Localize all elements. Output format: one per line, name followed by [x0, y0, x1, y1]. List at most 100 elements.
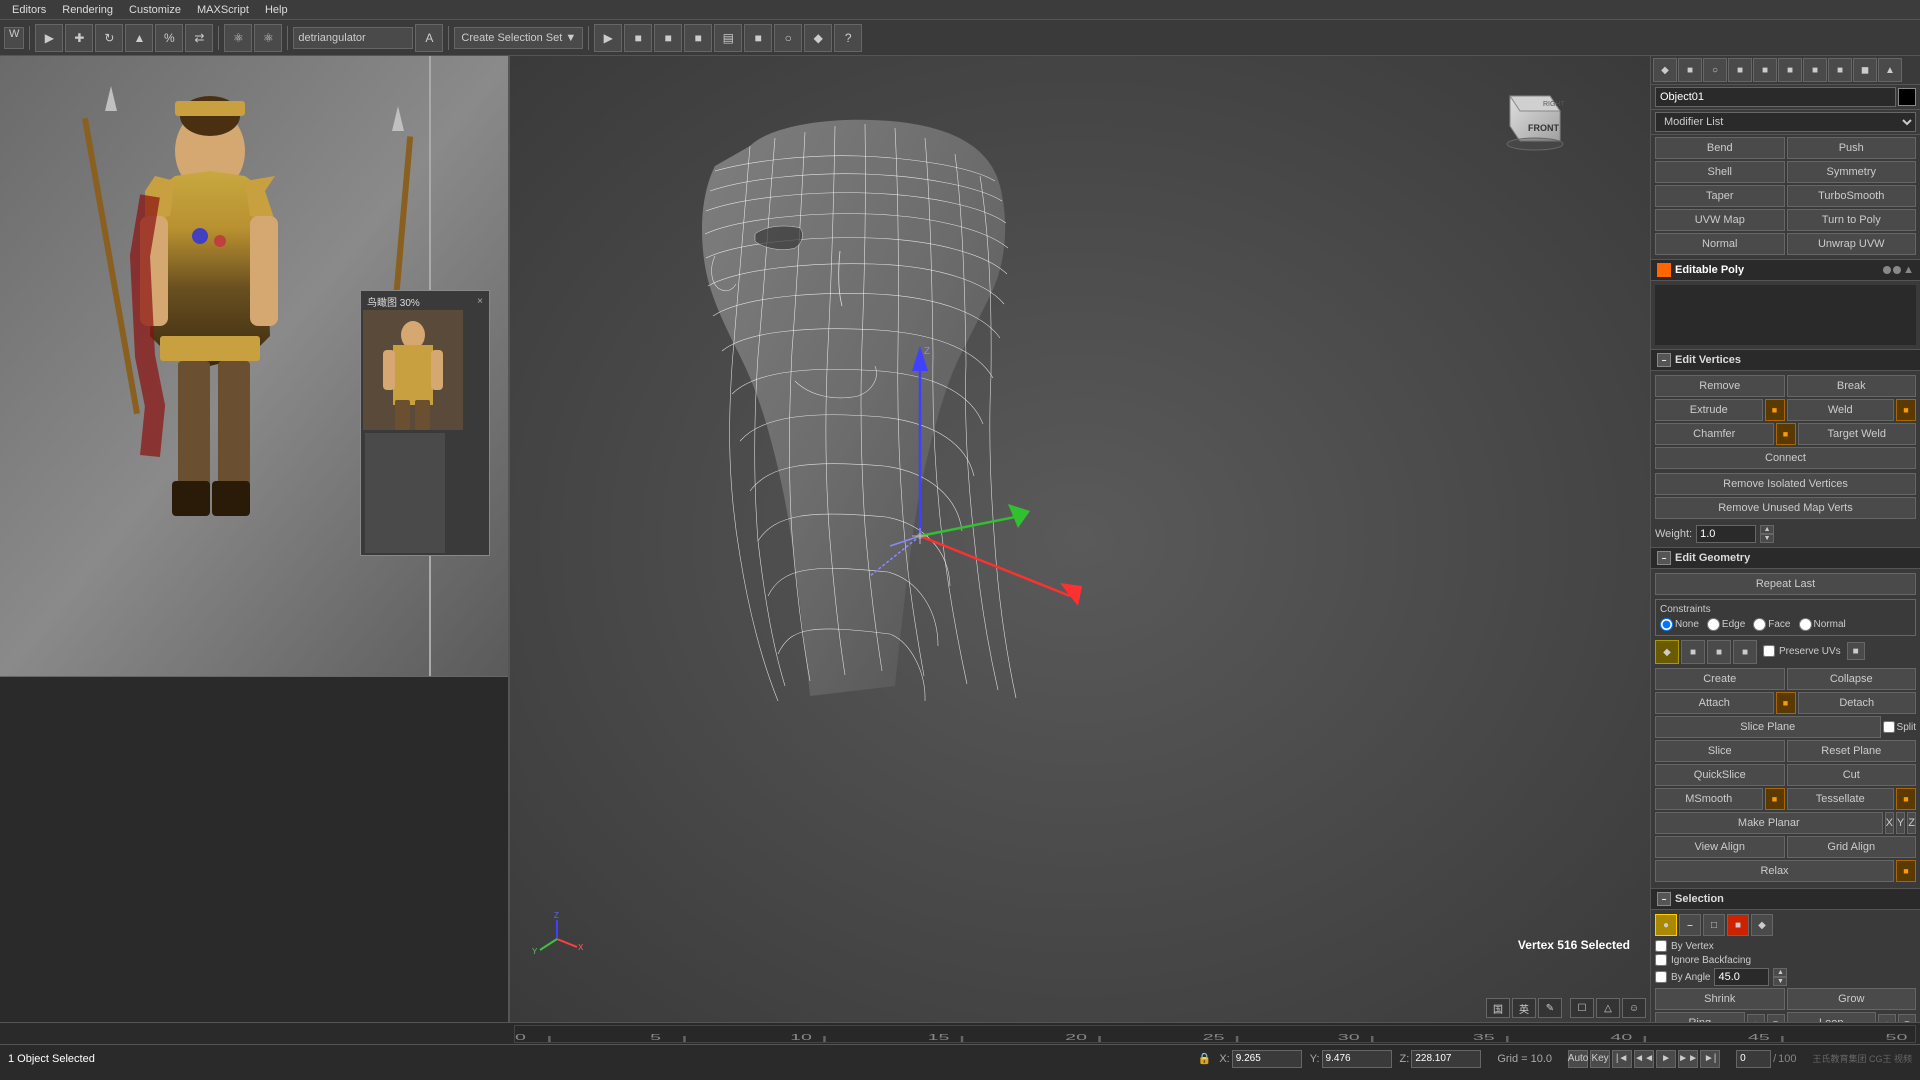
tool-btn-2[interactable]: ■ — [1678, 58, 1702, 82]
push-btn[interactable]: Push — [1787, 137, 1917, 159]
make-planar-btn[interactable]: Make Planar — [1655, 812, 1883, 834]
layout2-btn[interactable]: ■ — [744, 24, 772, 52]
edge-mode-icon[interactable]: ⎯ — [1679, 914, 1701, 936]
lighting-btn[interactable]: ○ — [774, 24, 802, 52]
symmetry-btn[interactable]: Symmetry — [1787, 161, 1917, 183]
timeline-ruler[interactable]: 0 5 10 15 20 25 30 35 40 45 50 — [514, 1025, 1916, 1043]
unwrap-uvw-btn[interactable]: Unwrap UVW — [1787, 233, 1917, 255]
tool-btn-6[interactable]: ■ — [1778, 58, 1802, 82]
bend-btn[interactable]: Bend — [1655, 137, 1785, 159]
x-coord-input[interactable] — [1232, 1050, 1302, 1068]
thumbnail-close-btn[interactable]: × — [477, 296, 483, 307]
help2-btn[interactable]: ? — [834, 24, 862, 52]
scale-tool-btn[interactable]: ▲ — [125, 24, 153, 52]
abc-btn[interactable]: A — [415, 24, 443, 52]
prev-frame-btn[interactable]: |◄ — [1612, 1050, 1632, 1068]
icon-btn-1[interactable]: ◆ — [1655, 640, 1679, 664]
quickslice-btn[interactable]: QuickSlice — [1655, 764, 1785, 786]
ring-up-btn[interactable]: ▲ — [1747, 1014, 1765, 1022]
percent-tool-btn[interactable]: % — [155, 24, 183, 52]
eg-collapse-btn[interactable]: − — [1657, 551, 1671, 565]
sel-collapse-btn[interactable]: − — [1657, 892, 1671, 906]
vp-cam-btn[interactable]: ☐ — [1570, 998, 1594, 1018]
by-vertex-checkbox[interactable] — [1655, 940, 1667, 952]
taper-btn[interactable]: Taper — [1655, 185, 1785, 207]
remove-isolated-btn[interactable]: Remove Isolated Vertices — [1655, 473, 1916, 495]
icon-btn-2[interactable]: ■ — [1681, 640, 1705, 664]
mirror-btn[interactable]: ⇄ — [185, 24, 213, 52]
y-coord-input[interactable] — [1322, 1050, 1392, 1068]
msmooth-settings-btn[interactable]: ■ — [1765, 788, 1785, 810]
next-key-btn[interactable]: ►► — [1678, 1050, 1698, 1068]
weld-settings-btn[interactable]: ■ — [1896, 399, 1916, 421]
snap2-btn[interactable]: ⚛ — [254, 24, 282, 52]
vp-light-btn[interactable]: △ — [1596, 998, 1620, 1018]
tool-btn-9[interactable]: ◼ — [1853, 58, 1877, 82]
current-frame-input[interactable] — [1736, 1050, 1771, 1068]
object-color-swatch[interactable] — [1898, 88, 1916, 106]
vertex-mode-icon[interactable]: ● — [1655, 914, 1677, 936]
make-planar-x-btn[interactable]: X — [1885, 812, 1894, 834]
3d-viewport[interactable]: FRONT RIGHT — [510, 56, 1650, 1022]
element-mode-icon[interactable]: ◆ — [1751, 914, 1773, 936]
break-btn[interactable]: Break — [1787, 375, 1917, 397]
constraint-normal[interactable]: Normal — [1799, 618, 1846, 631]
tool-btn-5[interactable]: ■ — [1753, 58, 1777, 82]
weight-up-btn[interactable]: ▲ — [1760, 525, 1774, 534]
weight-input[interactable] — [1696, 525, 1756, 543]
grid-align-btn[interactable]: Grid Align — [1787, 836, 1917, 858]
uvwmap-btn[interactable]: UVW Map — [1655, 209, 1785, 231]
weld-btn[interactable]: Weld — [1787, 399, 1895, 421]
ev-collapse-btn[interactable]: − — [1657, 353, 1671, 367]
tool-btn-10[interactable]: ▲ — [1878, 58, 1902, 82]
turbosmooth-btn[interactable]: TurboSmooth — [1787, 185, 1917, 207]
preserve-settings-btn[interactable]: ■ — [1847, 642, 1865, 660]
remove-btn[interactable]: Remove — [1655, 375, 1785, 397]
create-selection-set-btn[interactable]: Create Selection Set ▼ — [454, 27, 583, 49]
loop-down-btn[interactable]: ▼ — [1898, 1014, 1916, 1022]
reset-plane-btn[interactable]: Reset Plane — [1787, 740, 1917, 762]
target-weld-btn[interactable]: Target Weld — [1798, 423, 1917, 445]
split-checkbox[interactable] — [1883, 721, 1895, 733]
split-label[interactable]: Split — [1883, 721, 1916, 733]
connect-btn[interactable]: Connect — [1655, 447, 1916, 469]
render-btn[interactable]: ▶ — [594, 24, 622, 52]
render3-btn[interactable]: ■ — [654, 24, 682, 52]
ring-btn[interactable]: Ring — [1655, 1012, 1745, 1022]
anim-btn[interactable]: ◆ — [804, 24, 832, 52]
z-coord-input[interactable] — [1411, 1050, 1481, 1068]
make-planar-z-btn[interactable]: Z — [1907, 812, 1916, 834]
border-mode-icon[interactable]: □ — [1703, 914, 1725, 936]
detach-btn[interactable]: Detach — [1798, 692, 1917, 714]
relax-settings-btn[interactable]: ■ — [1896, 860, 1916, 882]
shell-btn[interactable]: Shell — [1655, 161, 1785, 183]
menu-rendering[interactable]: Rendering — [54, 4, 121, 16]
ring-down-btn[interactable]: ▼ — [1767, 1014, 1785, 1022]
angle-input[interactable] — [1714, 968, 1769, 986]
poly-mode-icon[interactable]: ■ — [1727, 914, 1749, 936]
play-btn[interactable]: ► — [1656, 1050, 1676, 1068]
loop-up-btn[interactable]: ▲ — [1878, 1014, 1896, 1022]
icon-btn-4[interactable]: ■ — [1733, 640, 1757, 664]
constraint-face[interactable]: Face — [1753, 618, 1790, 631]
angle-up-btn[interactable]: ▲ — [1773, 968, 1787, 977]
snap-btn[interactable]: ⚛ — [224, 24, 252, 52]
menu-editors[interactable]: Editors — [4, 4, 54, 16]
loop-btn[interactable]: Loop — [1787, 1012, 1877, 1022]
chamfer-btn[interactable]: Chamfer — [1655, 423, 1774, 445]
angle-down-btn[interactable]: ▼ — [1773, 977, 1787, 986]
rotate-tool-btn[interactable]: ↻ — [95, 24, 123, 52]
by-angle-checkbox[interactable] — [1655, 971, 1667, 983]
render2-btn[interactable]: ■ — [624, 24, 652, 52]
menu-help[interactable]: Help — [257, 4, 296, 16]
material-btn[interactable]: ■ — [684, 24, 712, 52]
turn-to-poly-btn[interactable]: Turn to Poly — [1787, 209, 1917, 231]
slice-btn[interactable]: Slice — [1655, 740, 1785, 762]
tessellate-btn[interactable]: Tessellate — [1787, 788, 1895, 810]
ep-close-btn[interactable]: ▲ — [1903, 264, 1914, 276]
weight-down-btn[interactable]: ▼ — [1760, 534, 1774, 543]
attach-settings-btn[interactable]: ■ — [1776, 692, 1796, 714]
key-mode-btn[interactable]: Key — [1590, 1050, 1610, 1068]
preserve-uvs-checkbox[interactable] — [1763, 645, 1775, 657]
play-mode-btn[interactable]: Auto — [1568, 1050, 1588, 1068]
